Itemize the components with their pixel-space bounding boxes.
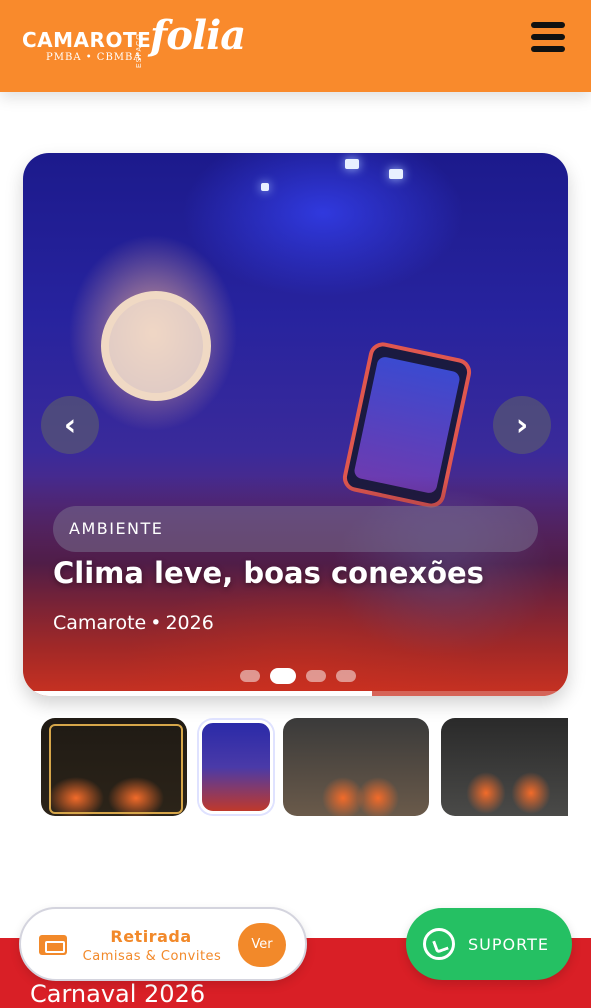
- retirada-card[interactable]: Retirada Camisas & Convites Ver: [19, 907, 307, 981]
- chevron-left-icon: ‹: [63, 407, 77, 443]
- hero-carousel[interactable]: ‹ › AMBIENTE Clima leve, boas conexões C…: [23, 153, 568, 696]
- suporte-button[interactable]: SUPORTE: [406, 908, 572, 980]
- thumb-photo-2[interactable]: [199, 720, 273, 814]
- carousel-progress-fill: [23, 691, 372, 696]
- slide-subtitle: Camarote • 2026: [53, 612, 214, 634]
- thumb-photo-4[interactable]: [441, 718, 568, 816]
- hamburger-menu-icon[interactable]: [531, 20, 565, 54]
- pagination-dot-active[interactable]: [270, 668, 296, 684]
- stage-light: [345, 159, 359, 169]
- carousel-pagination: [240, 668, 356, 684]
- pagination-dot[interactable]: [240, 670, 260, 682]
- thumbnail-strip: [41, 718, 568, 816]
- carousel-prev-button[interactable]: ‹: [41, 396, 99, 454]
- slide-subtitle-place: Camarote: [53, 612, 147, 634]
- ver-button[interactable]: Ver: [238, 923, 286, 967]
- logo-espaco: ESPAÇO: [136, 33, 143, 68]
- slide-subtitle-year: 2026: [165, 612, 214, 634]
- pagination-dot[interactable]: [306, 670, 326, 682]
- carousel-next-button[interactable]: ›: [493, 396, 551, 454]
- suporte-label: SUPORTE: [468, 935, 549, 954]
- camarote-folia-logo[interactable]: CAMAROTE PMBA • CBMBA ESPAÇO folia: [22, 10, 246, 80]
- slide-category-badge: AMBIENTE: [53, 506, 538, 552]
- stage-light: [261, 183, 269, 191]
- slide-subtitle-sep: •: [150, 612, 162, 634]
- menu-bar: [531, 22, 565, 28]
- retirada-subtitle: Camisas & Convites: [82, 949, 222, 964]
- stage-clock-decor: [101, 291, 211, 401]
- menu-bar: [531, 46, 565, 52]
- whatsapp-icon: [423, 928, 455, 960]
- menu-bar: [531, 34, 565, 40]
- ticket-icon: [39, 935, 67, 955]
- retirada-title: Retirada: [110, 927, 192, 946]
- stage-light: [389, 169, 403, 179]
- pagination-dot[interactable]: [336, 670, 356, 682]
- chevron-right-icon: ›: [515, 407, 529, 443]
- slide-title: Clima leve, boas conexões: [53, 556, 484, 590]
- logo-folia: folia: [150, 12, 246, 59]
- carousel-progress-track: [23, 691, 568, 696]
- banner-title: Carnaval 2026: [30, 980, 206, 1008]
- thumb-photo-1[interactable]: [41, 718, 187, 816]
- logo-brand: CAMAROTE: [22, 28, 152, 52]
- thumb-photo-3[interactable]: [283, 718, 429, 816]
- logo-sub: PMBA • CBMBA: [46, 52, 142, 63]
- app-header: CAMAROTE PMBA • CBMBA ESPAÇO folia: [0, 0, 591, 92]
